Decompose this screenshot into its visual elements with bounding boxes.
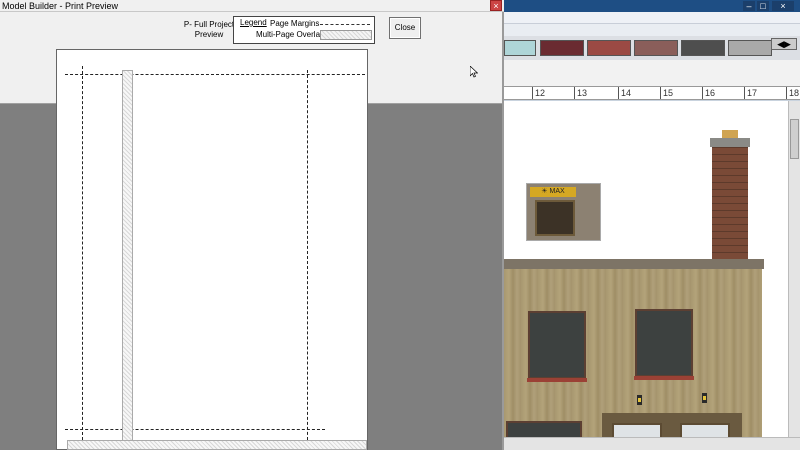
- page-margin-line: [307, 70, 308, 450]
- lamp-icon: [637, 395, 642, 405]
- ruler-label: 17: [747, 88, 758, 98]
- brick-chimney[interactable]: [712, 147, 748, 259]
- swatch-scroll-arrows-icon[interactable]: ◀▶: [771, 38, 797, 50]
- shop-sign: ☀ MAX: [530, 187, 576, 197]
- vertical-scrollbar[interactable]: [788, 101, 800, 437]
- window-sill: [527, 378, 587, 382]
- horizontal-scrollbar[interactable]: [504, 437, 800, 450]
- door-panel: [612, 423, 662, 437]
- color-swatch[interactable]: [681, 40, 725, 56]
- scrollbar-thumb[interactable]: [790, 119, 799, 159]
- shop-door-image: [535, 200, 575, 236]
- lamp-icon: [702, 393, 707, 403]
- ruler-label: 15: [663, 88, 674, 98]
- ruler-label: 13: [577, 88, 588, 98]
- ruler-label: 14: [621, 88, 632, 98]
- chimney-top: [710, 138, 750, 147]
- page-margin-line: [82, 66, 83, 450]
- ruler-label: 16: [705, 88, 716, 98]
- color-swatch[interactable]: [540, 40, 584, 56]
- design-canvas[interactable]: ☀ MAX: [504, 101, 788, 437]
- maximize-button[interactable]: □: [757, 1, 769, 11]
- close-app-button[interactable]: ×: [772, 1, 794, 11]
- window-title: Model Builder - Print Preview: [2, 1, 119, 11]
- color-swatch[interactable]: [587, 40, 631, 56]
- page-margin-line: [65, 429, 325, 430]
- bg-toolbar-strip: [504, 60, 800, 86]
- building-window: [506, 421, 582, 437]
- door-panel: [680, 423, 730, 437]
- minimize-button[interactable]: –: [743, 1, 755, 11]
- building-window: [528, 311, 586, 379]
- bg-menubar: [504, 12, 800, 24]
- close-button[interactable]: Close: [389, 17, 421, 39]
- legend-overlap-label: Multi-Page Overlap: [256, 30, 325, 39]
- page-margin-line: [65, 74, 365, 75]
- close-window-icon[interactable]: ×: [490, 0, 502, 11]
- color-swatch[interactable]: [504, 40, 536, 56]
- color-swatch-bar: [504, 36, 800, 60]
- multi-page-overlap-region: [122, 70, 133, 450]
- multi-page-overlap-region: [67, 440, 367, 450]
- legend-box: Legend Page Margins Multi-Page Overlap: [233, 16, 375, 44]
- color-swatch[interactable]: [634, 40, 678, 56]
- preview-page: [56, 49, 368, 450]
- preview-titlebar: Model Builder - Print Preview ×: [0, 0, 504, 12]
- roof-edge: [504, 259, 764, 269]
- color-swatch[interactable]: [728, 40, 772, 56]
- building-window: [635, 309, 693, 377]
- hatch-pattern-icon: [320, 30, 372, 40]
- print-preview-window: Model Builder - Print Preview × P- Full …: [0, 0, 504, 450]
- ruler-label: 12: [535, 88, 546, 98]
- ruler: 12 13 14 15 16 17 18: [504, 86, 800, 100]
- legend-page-margins-label: Page Margins: [270, 19, 320, 28]
- shopfront-texture-image[interactable]: ☀ MAX: [526, 183, 601, 241]
- window-sill: [634, 376, 694, 380]
- ruler-label: 18: [789, 88, 800, 98]
- legend-title: Legend: [240, 18, 267, 27]
- dash-dot-line-icon: [320, 24, 370, 25]
- mouse-cursor-icon: [470, 66, 478, 78]
